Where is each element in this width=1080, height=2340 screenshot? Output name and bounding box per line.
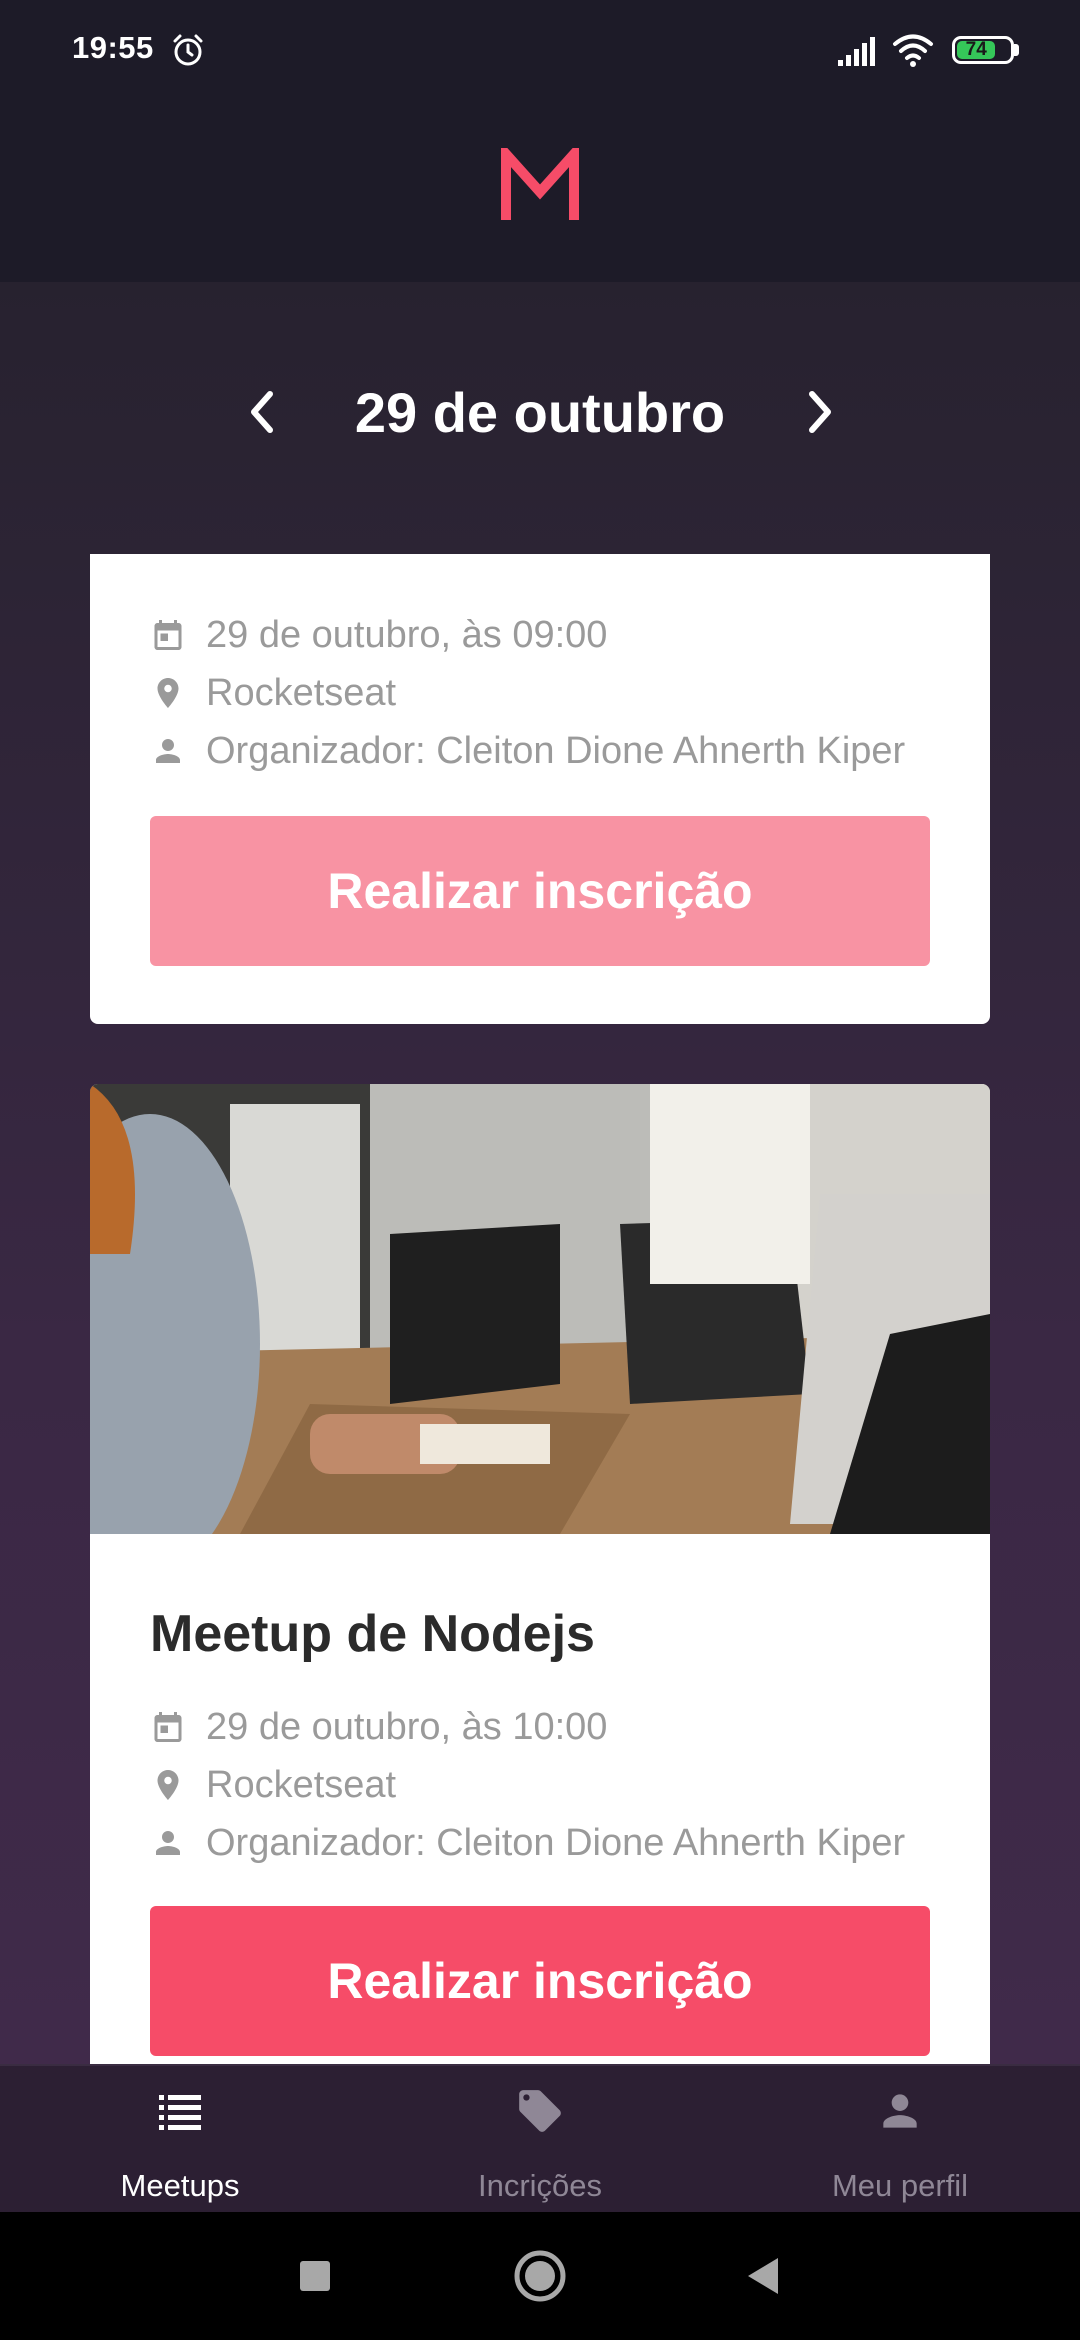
location-pin-icon (157, 1770, 179, 1800)
meetup-date: 29 de outubro, às 09:00 (206, 613, 608, 656)
recents-square-icon[interactable] (287, 2248, 343, 2304)
meetup-organizer-row: Organizador: Cleiton Dione Ahnerth Kiper (150, 726, 905, 776)
date-title: 29 de outubro (354, 381, 726, 444)
tab-meu-perfil[interactable]: Meu perfil (720, 2066, 1080, 2214)
chevron-right-icon[interactable] (792, 386, 844, 438)
tab-label: Meetups (120, 2168, 240, 2203)
person-icon (883, 2094, 917, 2128)
battery-icon: 74 (952, 36, 1014, 64)
signal-icon (838, 37, 875, 66)
meetup-card: 29 de outubro, às 09:00 Rocketseat Organ… (90, 554, 990, 1024)
status-bar: 19:55 74 (0, 0, 1080, 100)
subscribe-button[interactable]: Realizar inscrição (150, 816, 930, 966)
meetup-organizer: Organizador: Cleiton Dione Ahnerth Kiper (206, 1821, 906, 1864)
system-nav-bar (0, 2212, 1080, 2340)
status-time: 19:55 (72, 30, 154, 65)
subscribe-button[interactable]: Realizar inscrição (150, 1906, 930, 2056)
tab-label: Meu perfil (831, 2168, 969, 2203)
person-icon (156, 1831, 180, 1855)
battery-cap (1014, 44, 1019, 56)
meetup-title: Meetup de Nodejs (150, 1605, 595, 1663)
office-laptops-photo (90, 1084, 990, 1574)
meetup-banner-image (90, 1084, 990, 1574)
meetup-location: Rocketseat (206, 671, 397, 714)
list-icon (159, 2095, 201, 2130)
person-icon (156, 739, 180, 763)
meetup-organizer-row: Organizador: Cleiton Dione Ahnerth Kiper (150, 1818, 905, 1868)
back-triangle-icon[interactable] (736, 2248, 792, 2304)
meetup-location: Rocketseat (206, 1763, 397, 1806)
bottom-tab-bar: Meetups Incrições Meu perfil (0, 2064, 1080, 2212)
meetup-date-row: 29 de outubro, às 09:00 (150, 610, 607, 660)
location-pin-icon (157, 678, 179, 708)
meetup-organizer: Organizador: Cleiton Dione Ahnerth Kiper (206, 729, 906, 772)
calendar-icon (154, 1712, 182, 1742)
meetup-card: Meetup de Nodejs 29 de outubro, às 10:00… (90, 1084, 990, 2064)
tag-icon (519, 2090, 561, 2132)
meetup-date-row: 29 de outubro, às 10:00 (150, 1702, 607, 1752)
wifi-icon (893, 34, 933, 67)
meetup-location-row: Rocketseat (150, 668, 396, 718)
tab-label: Incrições (477, 2168, 603, 2203)
meetup-date: 29 de outubro, às 10:00 (206, 1705, 608, 1748)
alarm-icon (173, 34, 203, 66)
home-circle-icon[interactable] (512, 2248, 568, 2304)
app-header (0, 100, 1080, 282)
tab-meetups[interactable]: Meetups (0, 2066, 360, 2214)
tab-inscricoes[interactable]: Incrições (360, 2066, 720, 2214)
meetup-location-row: Rocketseat (150, 1760, 396, 1810)
logo-m-icon (501, 148, 579, 220)
calendar-icon (154, 620, 182, 650)
meetup-list-area[interactable]: 29 de outubro 29 de outubro, às 09:00 Ro… (0, 282, 1080, 2064)
battery-level: 74 (957, 40, 996, 59)
date-navigator: 29 de outubro (0, 372, 1080, 452)
